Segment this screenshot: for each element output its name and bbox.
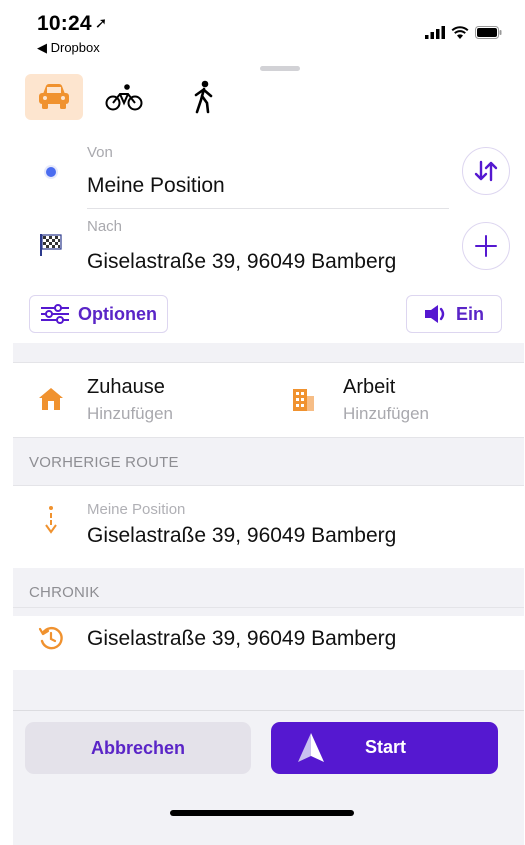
- options-button[interactable]: Optionen: [29, 295, 168, 333]
- cellular-signal-icon: [425, 26, 445, 39]
- to-field[interactable]: Giselastraße 39, 96049 Bamberg: [87, 250, 396, 274]
- divider: [87, 208, 449, 209]
- section-spacer: [13, 343, 524, 362]
- sliders-icon: [41, 304, 69, 324]
- plus-icon: [475, 235, 497, 257]
- divider: [13, 607, 524, 608]
- sound-label: Ein: [455, 303, 484, 324]
- car-icon: [39, 84, 69, 109]
- mode-bike-button[interactable]: [95, 74, 153, 120]
- home-icon: [37, 385, 65, 413]
- speaker-icon: [424, 305, 445, 323]
- work-title[interactable]: Arbeit: [343, 376, 395, 399]
- mode-walk-button[interactable]: [175, 74, 233, 120]
- history-clock-icon: [37, 624, 65, 652]
- home-add-link[interactable]: Hinzufügen: [87, 404, 173, 424]
- sound-toggle-button[interactable]: Ein: [406, 295, 502, 333]
- add-stop-button[interactable]: [462, 222, 510, 270]
- from-field[interactable]: Meine Position: [87, 174, 225, 198]
- history-item[interactable]: Giselastraße 39, 96049 Bamberg: [87, 627, 396, 651]
- start-button[interactable]: Start: [271, 722, 498, 774]
- walking-person-icon: [194, 80, 213, 114]
- previous-route-from: Meine Position: [87, 501, 186, 518]
- sheet-grabber[interactable]: [260, 66, 300, 71]
- status-time: 10:24 ➚: [37, 12, 108, 35]
- back-to-app-link[interactable]: ◀ Dropbox: [37, 40, 100, 56]
- mode-car-button[interactable]: [25, 74, 83, 120]
- location-arrow-icon: ➚: [94, 15, 108, 32]
- section-header-previous-route: VORHERIGE ROUTE: [13, 438, 524, 486]
- battery-icon: [475, 26, 502, 39]
- cancel-button[interactable]: Abbrechen: [25, 722, 251, 774]
- destination-flag-icon: [37, 231, 65, 259]
- home-title[interactable]: Zuhause: [87, 376, 165, 399]
- divider: [13, 485, 524, 486]
- navigation-arrow-icon: [298, 733, 324, 762]
- section-header-history: CHRONIK: [13, 568, 524, 616]
- wifi-icon: [451, 26, 469, 39]
- work-add-link[interactable]: Hinzufügen: [343, 404, 429, 424]
- home-indicator[interactable]: [170, 810, 354, 816]
- to-label: Nach: [87, 218, 123, 235]
- start-label: Start: [365, 737, 407, 757]
- divider: [13, 362, 524, 363]
- divider: [13, 710, 524, 711]
- swap-route-button[interactable]: [462, 147, 510, 195]
- origin-dot-icon: [37, 158, 65, 186]
- office-building-icon: [289, 385, 317, 413]
- options-label: Optionen: [78, 303, 157, 324]
- route-planner-screen: 10:24 ➚ ◀ Dropbox Von Meine Position Nac…: [13, 0, 524, 845]
- status-icons: [425, 26, 502, 39]
- previous-route-item[interactable]: Giselastraße 39, 96049 Bamberg: [87, 524, 396, 548]
- swap-arrows-icon: [474, 160, 498, 182]
- bicycle-icon: [105, 84, 143, 111]
- from-label: Von: [87, 144, 113, 161]
- route-down-arrow-icon: [37, 506, 65, 534]
